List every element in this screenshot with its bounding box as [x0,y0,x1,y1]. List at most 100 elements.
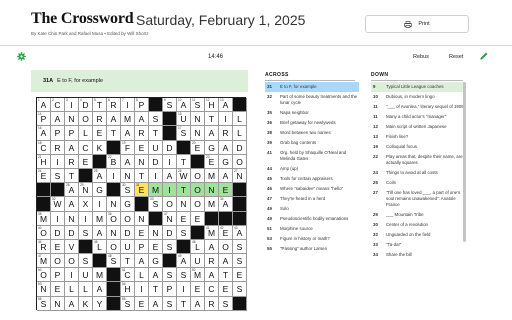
grid-cell[interactable]: I [219,112,233,127]
grid-cell[interactable]: D [51,225,65,240]
clue-item[interactable]: 11 Many a child actor's "manager" [371,112,465,122]
grid-cell[interactable]: E [135,140,149,155]
grid-cell[interactable]: 31 E [135,183,149,198]
grid-cell[interactable]: G [121,197,135,212]
grid-cell[interactable]: N [121,168,135,184]
clue-item[interactable]: 47 They're heard in a herd [265,194,359,204]
grid-cell[interactable]: 29 N [79,183,93,198]
clue-item[interactable]: 9 Typical Little League coaches [371,82,465,92]
grid-cell[interactable]: I [51,154,65,169]
grid-cell[interactable]: O [191,183,205,198]
grid-cell[interactable]: D [233,140,247,155]
grid-cell[interactable]: 34 A [219,197,233,212]
grid-cell[interactable]: A [65,296,79,311]
grid-cell[interactable]: 37 N [163,211,177,226]
grid-cell[interactable]: 47 M [37,254,51,269]
clue-item[interactable]: 39 Grab bag contents [265,138,359,148]
grid-cell[interactable]: A [205,239,219,255]
grid-cell[interactable]: 43 A [233,225,247,240]
grid-cell[interactable]: S [51,168,65,184]
grid-cell[interactable]: R [135,126,149,141]
grid-cell[interactable]: E [135,296,149,311]
grid-cell[interactable]: I [163,154,177,169]
grid-cell[interactable]: S [177,225,191,240]
grid-cell[interactable]: A [51,112,65,127]
grid-cell[interactable]: N [135,154,149,169]
grid-cell[interactable]: O [233,154,247,169]
grid-cell[interactable]: I [65,268,79,283]
grid-cell[interactable]: I [135,282,149,297]
grid-cell[interactable]: O [191,197,205,212]
grid-cell[interactable]: T [205,112,219,127]
grid-cell[interactable]: D [163,140,177,155]
grid-cell[interactable]: M [93,268,107,283]
clue-list-scrollbar[interactable] [463,82,466,242]
grid-cell[interactable]: A [219,140,233,155]
grid-cell[interactable]: U [121,239,135,255]
grid-cell[interactable]: Y [93,296,107,311]
grid-cell[interactable]: A [135,112,149,127]
grid-cell[interactable]: 33 S [149,197,163,212]
grid-cell[interactable]: L [135,268,149,283]
clue-item[interactable]: 25 Coils [371,178,465,188]
grid-cell[interactable]: 13 A [219,98,233,113]
current-clue-bar[interactable]: 31A E to F, for example [31,70,248,92]
grid-cell[interactable]: S [177,268,191,283]
grid-cell[interactable]: 32 W [51,197,65,212]
grid-cell[interactable]: E [51,239,65,255]
grid-cell[interactable]: T [149,126,163,141]
grid-cell[interactable]: E [191,282,205,297]
clue-item[interactable]: 10 Dubious, in modern lingo [371,92,465,102]
grid-cell[interactable]: E [233,268,247,283]
grid-cell[interactable]: N [149,225,163,240]
grid-cell[interactable]: I [93,197,107,212]
grid-cell[interactable]: 10 A [177,98,191,113]
grid-cell[interactable]: C [79,140,93,155]
grid-cell[interactable]: 25 A [93,168,107,184]
clue-item[interactable]: 33 "Ta-da!" [371,240,465,250]
grid-cell[interactable]: A [135,254,149,269]
grid-cell[interactable]: E [135,225,149,240]
clue-item[interactable]: 11 "___ of Avonlea," literary sequel of 1… [371,102,465,112]
down-clue-list[interactable]: 9 Typical Little League coaches 10 Dubious,… [371,82,465,320]
clue-item[interactable]: 13 Finish line? [371,132,465,142]
grid-cell[interactable]: O [219,239,233,255]
grid-cell[interactable]: E [51,282,65,297]
grid-cell[interactable]: 5T [93,98,107,113]
grid-cell[interactable]: M [149,183,163,198]
across-clue-list[interactable]: 31 E to F, for example 32 Part of some beau… [265,82,359,320]
grid-cell[interactable]: P [51,126,65,141]
grid-cell[interactable]: A [65,197,79,212]
clue-item[interactable]: 12 Main script of written Japanese [371,122,465,132]
clue-item[interactable]: 49 Solo [265,204,359,214]
grid-cell[interactable]: T [121,254,135,269]
grid-cell[interactable]: N [65,211,79,226]
grid-cell[interactable]: N [177,197,191,212]
grid-cell[interactable]: 11 S [191,98,205,113]
crossword-grid[interactable]: 1 A 2 C 3 I 4 D 5 T 6 R 7 I 8 P 9 S 10 A 11 S 12 H 13 A 14 P A N O R A M A… [36,97,247,311]
pencil-icon[interactable] [479,51,489,61]
grid-cell[interactable]: 4D [79,98,93,113]
grid-cell[interactable]: 24 E [37,168,51,184]
grid-cell[interactable]: O [65,254,79,269]
grid-cell[interactable]: A [205,126,219,141]
grid-cell[interactable]: 3I [65,98,79,113]
grid-cell[interactable]: 6R [107,98,121,113]
grid-cell[interactable]: A [121,154,135,169]
grid-cell[interactable]: A [219,254,233,269]
grid-cell[interactable]: S [79,254,93,269]
grid-cell[interactable]: 7I [121,98,135,113]
grid-cell[interactable]: I [51,211,65,226]
grid-cell[interactable]: A [121,126,135,141]
grid-cell[interactable]: M [121,112,135,127]
grid-cell[interactable]: 20 E [191,140,205,155]
clue-item[interactable]: 29 ___ Mountain Tribe [371,210,465,220]
grid-cell[interactable]: A [93,282,107,297]
grid-cell[interactable]: 1A [37,98,51,113]
grid-cell[interactable]: R [51,140,65,155]
grid-cell[interactable]: N [51,296,65,311]
grid-cell[interactable]: A [107,112,121,127]
grid-cell[interactable]: L [79,282,93,297]
grid-cell[interactable]: O [107,239,121,255]
clue-item[interactable]: 55 "Passing" author Larsen [265,244,359,254]
